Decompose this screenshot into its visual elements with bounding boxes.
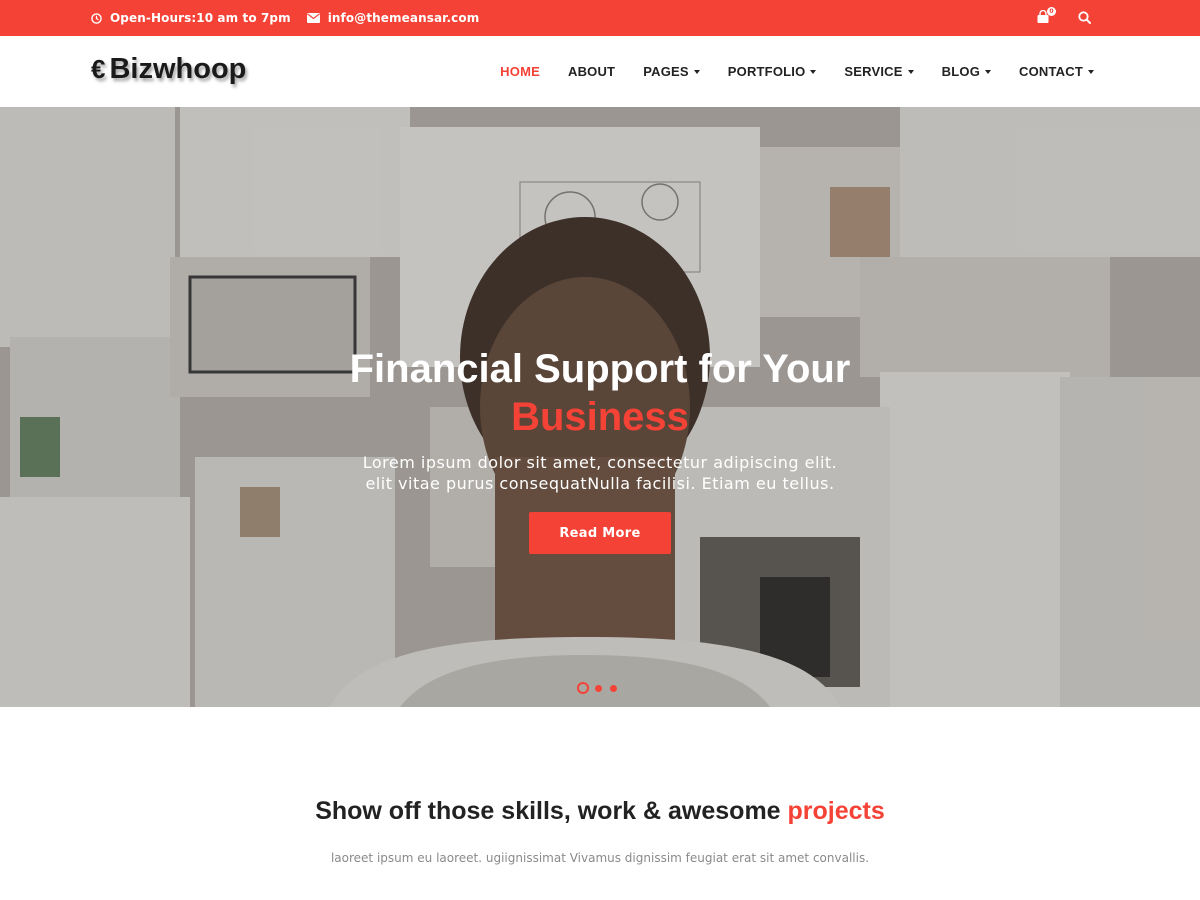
hero-description-line: Lorem ipsum dolor sit amet, consectetur … <box>362 453 838 472</box>
caret-down-icon <box>810 69 817 74</box>
nav-label-pages: PAGES <box>643 64 689 79</box>
nav-label-service: SERVICE <box>844 64 903 79</box>
caret-down-icon <box>693 69 700 74</box>
section-title-accent: projects <box>787 797 885 825</box>
slider-pagination <box>577 682 625 694</box>
main-nav: HOME ABOUT PAGES PORTFOLIO SERVICE BLOG … <box>472 36 1094 107</box>
hero-title-accent: Business <box>511 395 689 439</box>
opening-hours-text: Open-Hours:10 am to 7pm <box>110 11 291 25</box>
nav-label-about: ABOUT <box>567 64 616 79</box>
cart-button[interactable]: 0 <box>1034 7 1056 27</box>
logo-text: Bizwhoop <box>109 53 247 85</box>
slider-dot-1[interactable] <box>577 682 589 694</box>
email-info[interactable]: info@themeansar.com <box>306 11 480 25</box>
nav-label-contact: CONTACT <box>1019 64 1083 79</box>
opening-hours: Open-Hours:10 am to 7pm <box>91 11 291 25</box>
section-title-main: Show off those skills, work & awesome <box>315 797 788 825</box>
clock-icon <box>91 12 102 24</box>
logo-mark: € <box>91 54 106 84</box>
nav-item-blog[interactable]: BLOG <box>941 64 992 79</box>
contact-info: Open-Hours:10 am to 7pm info@themeansar.… <box>91 0 495 36</box>
nav-item-contact[interactable]: CONTACT <box>1019 64 1094 79</box>
search-icon <box>1077 9 1091 28</box>
nav-label-blog: BLOG <box>941 64 981 79</box>
hero-title: Financial Support for Your Business <box>0 345 1200 441</box>
search-button[interactable] <box>1076 10 1092 26</box>
envelope-icon <box>306 13 320 23</box>
nav-item-home[interactable]: HOME <box>500 64 540 79</box>
hero-description: Lorem ipsum dolor sit amet, consectetur … <box>300 452 900 494</box>
email-link[interactable]: info@themeansar.com <box>328 11 480 25</box>
nav-item-portfolio[interactable]: PORTFOLIO <box>728 64 817 79</box>
hero-slider: Financial Support for Your Business Lore… <box>0 107 1200 707</box>
nav-label-portfolio: PORTFOLIO <box>727 64 806 79</box>
section-title: Show off those skills, work & awesome pr… <box>0 797 1200 826</box>
hero-title-line: Financial Support for Your <box>349 347 851 391</box>
hero-description-line: elit vitae purus consequatNulla facilisi… <box>365 474 835 493</box>
slider-dot-3[interactable] <box>610 684 617 692</box>
nav-label-home: HOME <box>500 64 540 79</box>
site-logo[interactable]: € Bizwhoop <box>91 53 246 86</box>
caret-down-icon <box>985 69 992 74</box>
cart-count-badge: 0 <box>1047 7 1056 16</box>
nav-item-pages[interactable]: PAGES <box>643 64 700 79</box>
nav-item-about[interactable]: ABOUT <box>568 64 615 79</box>
slider-dot-2[interactable] <box>595 684 602 692</box>
main-header: € Bizwhoop HOME ABOUT PAGES PORTFOLIO SE… <box>0 36 1200 107</box>
caret-down-icon <box>907 69 914 74</box>
read-more-button[interactable]: Read More <box>529 512 671 554</box>
caret-down-icon <box>1088 69 1094 74</box>
section-subtitle: laoreet ipsum eu laoreet. ugiignissimat … <box>330 851 870 865</box>
nav-item-service[interactable]: SERVICE <box>844 64 914 79</box>
topbar-actions: 0 <box>1034 0 1092 36</box>
top-bar: Open-Hours:10 am to 7pm info@themeansar.… <box>0 0 1200 36</box>
